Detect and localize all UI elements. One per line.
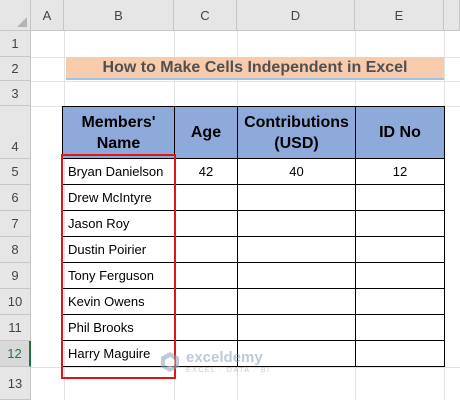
cell-id[interactable] [355,340,445,367]
table-header-row: Members' Name Age Contributions (USD) ID… [62,106,445,159]
cell-contributions[interactable] [237,184,356,211]
select-all-corner[interactable] [0,0,31,31]
column-header-e[interactable]: E [355,0,444,31]
header-contributions[interactable]: Contributions (USD) [237,106,356,159]
watermark-tagline: EXCEL · DATA · BI [186,367,271,374]
table-row: Harry Maguire [62,340,445,367]
cell-id[interactable] [355,314,445,341]
sheet-title[interactable]: How to Make Cells Independent in Excel [66,57,444,80]
row-header-10[interactable]: 10 [0,289,31,315]
cell-age[interactable] [174,288,238,315]
cell-id[interactable] [355,288,445,315]
cell-contributions[interactable] [237,210,356,237]
row-header-8[interactable]: 8 [0,237,31,263]
table-row: Drew McIntyre [62,184,445,211]
column-header-c[interactable]: C [174,0,237,31]
cell-contributions[interactable] [237,262,356,289]
cell-contributions[interactable] [237,288,356,315]
row-header-11[interactable]: 11 [0,315,31,341]
table-row: Dustin Poirier [62,236,445,263]
gridline [31,81,460,82]
cell-age[interactable] [174,184,238,211]
row-header-3[interactable]: 3 [0,81,31,106]
row-header-1[interactable]: 1 [0,31,31,57]
cell-name[interactable]: Bryan Danielson [62,158,175,185]
cell-age[interactable]: 42 [174,158,238,185]
cell-id[interactable] [355,262,445,289]
cell-contributions[interactable]: 40 [237,158,356,185]
table-row: Tony Ferguson [62,262,445,289]
header-id-no[interactable]: ID No [355,106,445,159]
cell-id[interactable]: 12 [355,158,445,185]
row-header-5[interactable]: 5 [0,159,31,185]
cell-id[interactable] [355,184,445,211]
cell-contributions[interactable] [237,314,356,341]
table-row: Kevin Owens [62,288,445,315]
column-header-d[interactable]: D [237,0,355,31]
cell-name[interactable]: Harry Maguire [62,340,175,367]
row-header-6[interactable]: 6 [0,185,31,211]
cell-contributions[interactable] [237,340,356,367]
cell-name[interactable]: Tony Ferguson [62,262,175,289]
cell-age[interactable] [174,210,238,237]
cell-id[interactable] [355,236,445,263]
cell-name[interactable]: Dustin Poirier [62,236,175,263]
row-header-2[interactable]: 2 [0,57,31,81]
row-header-13[interactable]: 13 [0,367,31,400]
table-row: Jason Roy [62,210,445,237]
column-header-b[interactable]: B [64,0,174,31]
column-header-f[interactable] [444,0,460,31]
row-header-9[interactable]: 9 [0,263,31,289]
cell-age[interactable] [174,314,238,341]
cell-name[interactable]: Kevin Owens [62,288,175,315]
column-header-a[interactable]: A [31,0,64,31]
table-row: Phil Brooks [62,314,445,341]
cell-name[interactable]: Phil Brooks [62,314,175,341]
header-members-name[interactable]: Members' Name [62,106,175,159]
select-all-triangle [17,17,27,27]
header-age[interactable]: Age [174,106,238,159]
table-row: Bryan Danielson 42 40 12 [62,158,445,185]
cell-age[interactable] [174,236,238,263]
cell-contributions[interactable] [237,236,356,263]
row-header-12[interactable]: 12 [0,341,31,367]
members-table: Members' Name Age Contributions (USD) ID… [62,106,445,367]
gridline [31,367,460,368]
row-header-7[interactable]: 7 [0,211,31,237]
cell-age[interactable] [174,262,238,289]
cell-name[interactable]: Jason Roy [62,210,175,237]
cell-age[interactable] [174,340,238,367]
cell-id[interactable] [355,210,445,237]
cell-name[interactable]: Drew McIntyre [62,184,175,211]
row-header-4[interactable]: 4 [0,106,31,159]
